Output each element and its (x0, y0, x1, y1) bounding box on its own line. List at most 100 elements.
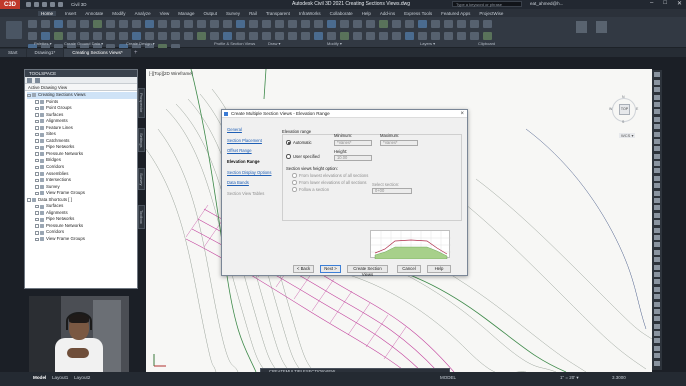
navigation-tool-icon[interactable] (654, 183, 660, 189)
navigation-tool-icon[interactable] (654, 109, 660, 115)
new-icon[interactable] (26, 2, 31, 7)
navigation-tool-icon[interactable] (654, 294, 660, 300)
navigation-tool-icon[interactable] (654, 345, 660, 351)
navigation-tool-icon[interactable] (654, 190, 660, 196)
expand-icon[interactable] (35, 172, 39, 176)
expand-icon[interactable] (35, 145, 39, 150)
navigation-tool-icon[interactable] (654, 94, 660, 100)
wcs-menu[interactable]: WCS ▾ (619, 133, 636, 138)
navigation-tool-icon[interactable] (654, 220, 660, 226)
viewcube[interactable]: TOP N S E W (609, 95, 639, 125)
navigation-tool-icon[interactable] (654, 234, 660, 240)
follow-section-radio[interactable] (292, 187, 297, 192)
ribbon-tab-add-ins[interactable]: Add-ins (380, 11, 395, 16)
ribbon-tool-icon[interactable] (418, 32, 427, 40)
ribbon-tool-icon[interactable] (301, 20, 310, 28)
navigation-tool-icon[interactable] (654, 131, 660, 137)
height-field[interactable]: 10.00 (334, 155, 372, 161)
ribbon-tool-icon[interactable] (54, 32, 63, 40)
toolspace-view-dropdown[interactable]: Active Drawing View (25, 84, 137, 91)
minimum-field[interactable]: *Varies* (334, 140, 372, 146)
ribbon-tool-icon[interactable] (158, 32, 167, 40)
ribbon-tool-icon[interactable] (470, 20, 479, 28)
ribbon-tool-icon[interactable] (171, 32, 180, 40)
ribbon-tool-icon[interactable] (405, 20, 414, 28)
workspace-selector[interactable]: Civil 3D (71, 2, 87, 7)
toolspace-refresh-icon[interactable] (35, 78, 40, 83)
navigation-tool-icon[interactable] (654, 308, 660, 314)
ribbon-panel-label[interactable]: Modify ▾ (327, 41, 342, 46)
user-specified-radio[interactable] (286, 154, 291, 159)
navigation-tool-icon[interactable] (654, 212, 660, 218)
ribbon-tool-icon[interactable] (288, 32, 297, 40)
ribbon-tool-icon[interactable] (171, 20, 180, 28)
wizard-step-link[interactable]: Data Bands (227, 180, 277, 191)
undo-icon[interactable] (50, 2, 55, 7)
expand-icon[interactable] (35, 231, 39, 235)
navigation-tool-icon[interactable] (654, 323, 660, 329)
expand-icon[interactable] (35, 165, 39, 170)
ribbon-tool-icon[interactable] (145, 32, 154, 40)
ribbon-tool-icon[interactable] (444, 32, 453, 40)
ribbon-tab-collaborate[interactable]: Collaborate (330, 11, 353, 16)
navigation-tool-icon[interactable] (654, 101, 660, 107)
expand-icon[interactable] (35, 113, 39, 117)
ribbon-tool-icon[interactable] (28, 32, 37, 40)
ribbon-tool-icon[interactable] (93, 20, 102, 28)
navigation-tool-icon[interactable] (654, 124, 660, 130)
ribbon-tool-icon[interactable] (379, 20, 388, 28)
navigation-tool-icon[interactable] (654, 161, 660, 167)
ribbon-tab-analyze[interactable]: Analyze (135, 11, 151, 16)
new-tab-icon[interactable]: + (132, 49, 140, 57)
ribbon-tool-icon[interactable] (132, 32, 141, 40)
maximize-icon[interactable]: □ (663, 0, 667, 7)
back-button[interactable]: < Back (293, 265, 314, 273)
ribbon-tool-icon[interactable] (353, 32, 362, 40)
expand-icon[interactable] (35, 132, 39, 137)
toolspace-button[interactable] (6, 21, 22, 39)
ribbon-tool-icon[interactable] (210, 32, 219, 40)
ribbon-tool-icon[interactable] (431, 32, 440, 40)
ribbon-tool-icon[interactable] (314, 20, 323, 28)
ribbon-tool-icon[interactable] (483, 32, 492, 40)
ribbon-tool-icon[interactable] (184, 32, 193, 40)
ribbon-panel-label[interactable]: Layers ▾ (420, 41, 435, 46)
side-tab-settings[interactable]: Settings (138, 128, 145, 152)
next-button[interactable]: Next > (320, 265, 341, 273)
ribbon-tool-icon[interactable] (223, 20, 232, 28)
ribbon-tool-icon[interactable] (288, 20, 297, 28)
expand-icon[interactable] (35, 185, 39, 189)
ribbon-tab-view[interactable]: View (160, 11, 170, 16)
navigation-tool-icon[interactable] (654, 264, 660, 270)
ribbon-tab-infraworks[interactable]: InfraWorks (299, 11, 321, 16)
ribbon-tool-icon[interactable] (236, 20, 245, 28)
wizard-step-link[interactable]: General (227, 127, 277, 138)
toolspace-view-icon[interactable] (27, 78, 32, 83)
copy-icon[interactable] (596, 21, 607, 33)
ribbon-tool-icon[interactable] (67, 32, 76, 40)
ribbon-panel-label[interactable]: Create Ground Data ▾ (64, 41, 103, 46)
ribbon-tool-icon[interactable] (366, 32, 375, 40)
ribbon-tool-icon[interactable] (340, 32, 349, 40)
open-icon[interactable] (34, 2, 39, 7)
redo-icon[interactable] (58, 2, 63, 7)
navigation-tool-icon[interactable] (654, 168, 660, 174)
ribbon-tool-icon[interactable] (210, 20, 219, 28)
expand-icon[interactable] (35, 178, 39, 183)
navigation-tool-icon[interactable] (654, 205, 660, 211)
navigation-tool-icon[interactable] (654, 249, 660, 255)
ribbon-tab-home[interactable]: Home (38, 10, 57, 16)
ribbon-tab-manage[interactable]: Manage (178, 11, 194, 16)
expand-icon[interactable] (35, 158, 39, 163)
maximum-field[interactable]: *Varies* (380, 140, 418, 146)
ribbon-tool-icon[interactable] (158, 20, 167, 28)
navigation-tool-icon[interactable] (654, 72, 660, 78)
ribbon-tool-icon[interactable] (223, 32, 232, 40)
application-menu-button[interactable]: C3D (0, 0, 20, 9)
ribbon-tool-icon[interactable] (93, 32, 102, 40)
ribbon-tool-icon[interactable] (314, 32, 323, 40)
layout-tab-layout2[interactable]: Layout2 (74, 375, 90, 380)
close-icon[interactable]: ✕ (677, 0, 682, 7)
navigation-tool-icon[interactable] (654, 153, 660, 159)
layout-tab-model[interactable]: Model (33, 375, 46, 380)
